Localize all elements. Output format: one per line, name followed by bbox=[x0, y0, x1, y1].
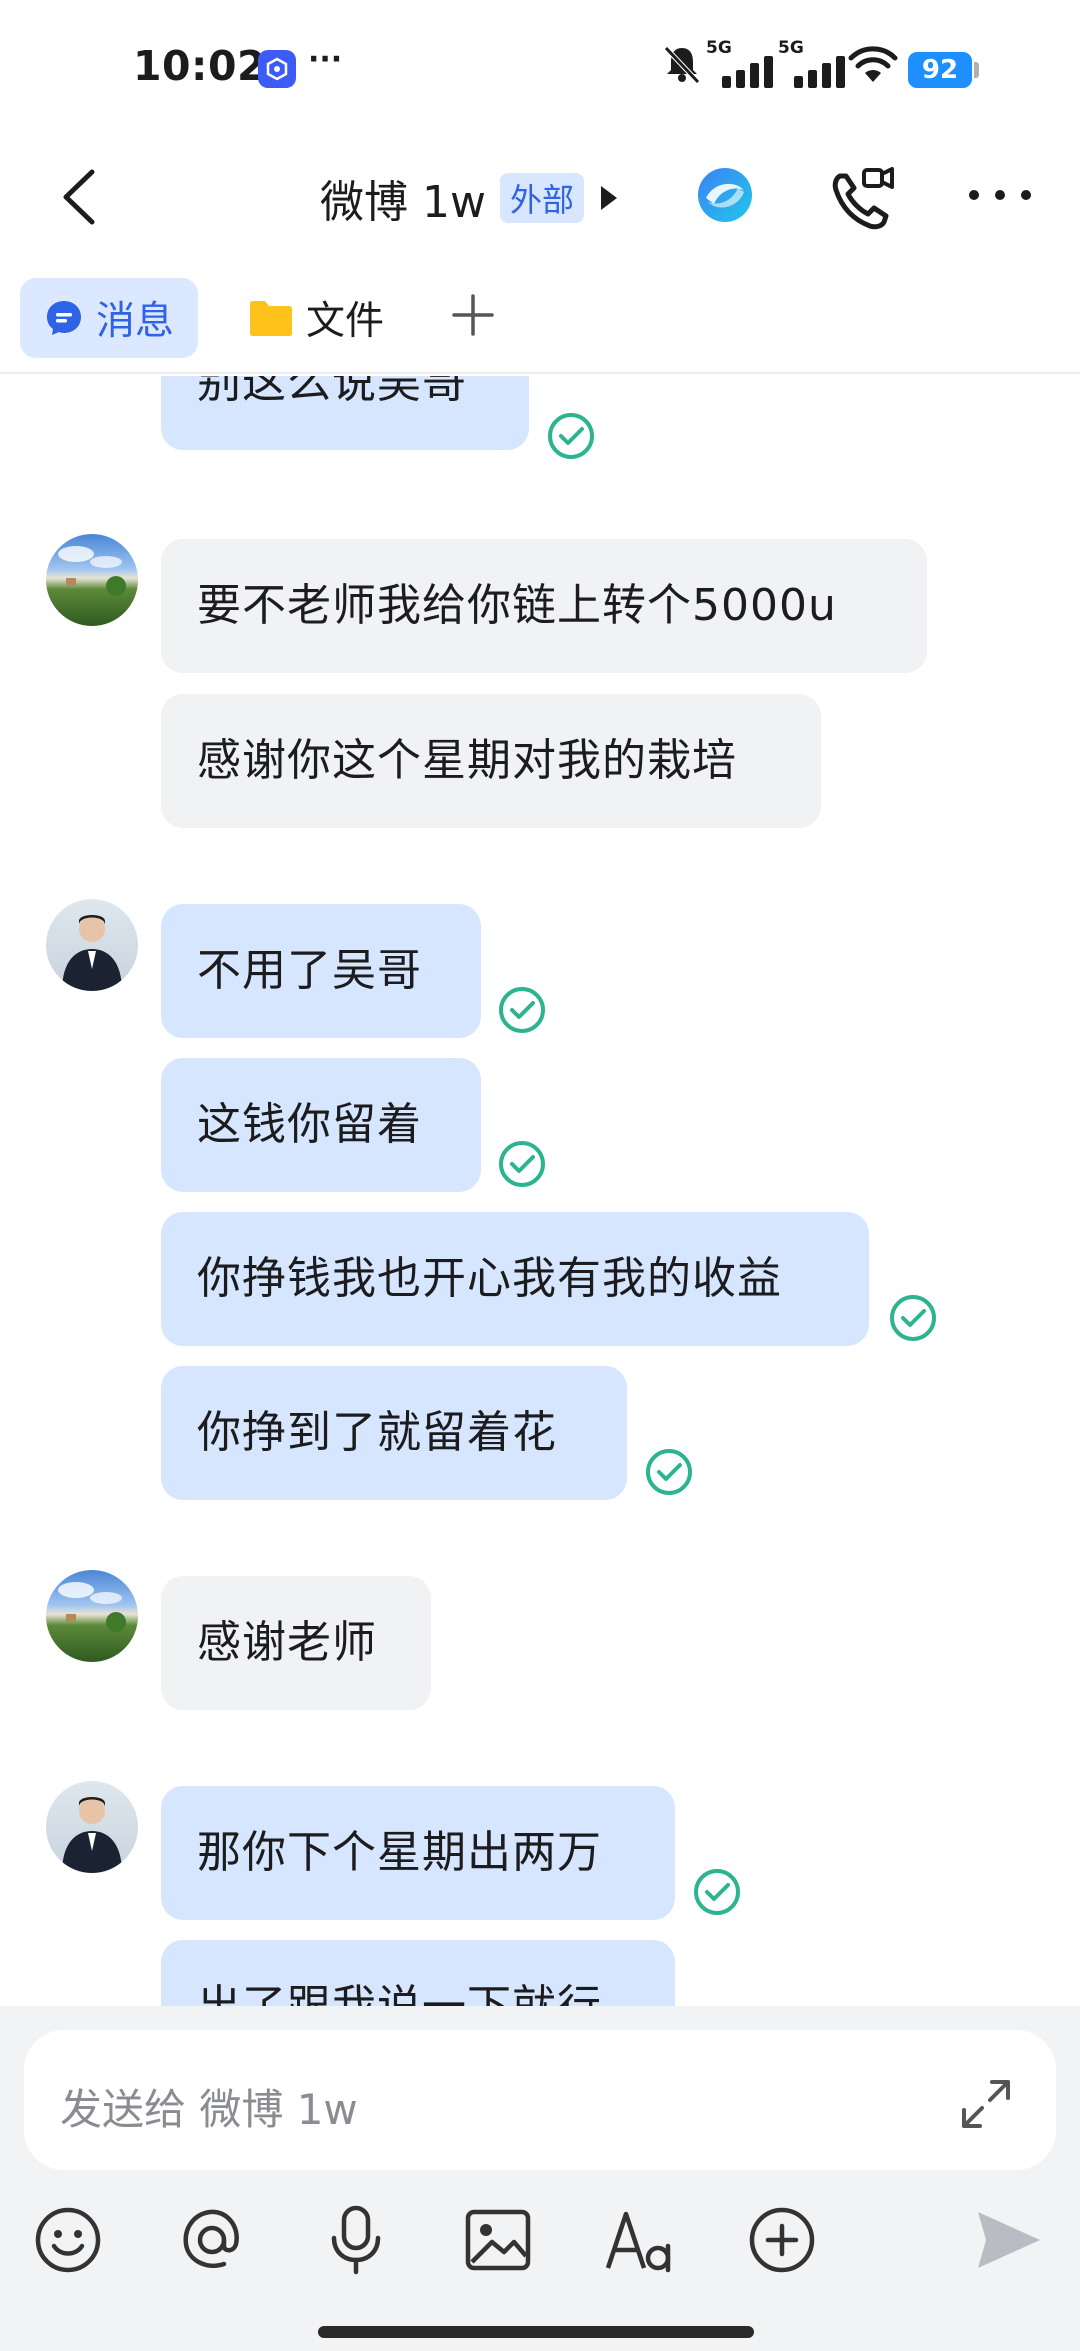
message-bubble-received[interactable]: 感谢老师 bbox=[161, 1576, 431, 1710]
chat-header: 微博 1w 外部 bbox=[0, 140, 1080, 260]
plus-circle-icon[interactable] bbox=[744, 2202, 820, 2278]
read-check-icon bbox=[694, 1869, 740, 1915]
text-format-icon[interactable] bbox=[602, 2202, 678, 2278]
image-icon[interactable] bbox=[460, 2202, 536, 2278]
tab-messages-label: 消息 bbox=[96, 299, 175, 344]
my-avatar[interactable] bbox=[46, 1781, 138, 1873]
message-bubble-received[interactable]: 要不老师我给你链上转个5000u bbox=[161, 539, 927, 673]
message-bubble-sent[interactable]: 不用了吴哥 bbox=[161, 904, 481, 1038]
tab-files[interactable]: 文件 bbox=[224, 278, 408, 358]
back-arrow-icon[interactable] bbox=[50, 162, 120, 232]
status-bar: 10:02 ··· 5G 5G 92 bbox=[0, 0, 1080, 140]
emoji-icon[interactable] bbox=[30, 2202, 106, 2278]
read-check-icon bbox=[548, 413, 594, 459]
call-video-icon[interactable] bbox=[826, 164, 896, 234]
message-bubble-icon bbox=[47, 301, 81, 335]
read-check-icon bbox=[499, 1141, 545, 1187]
contact-avatar[interactable] bbox=[46, 1570, 138, 1662]
ai-assistant-icon[interactable] bbox=[694, 164, 756, 226]
message-input[interactable]: 发送给 微博 1w bbox=[24, 2030, 1056, 2170]
tab-messages[interactable]: 消息 bbox=[20, 278, 199, 358]
message-bubble-sent[interactable]: 出了跟我说一下就行 bbox=[161, 1940, 675, 2006]
read-check-icon bbox=[890, 1295, 936, 1341]
battery-cap bbox=[974, 62, 979, 78]
mention-icon[interactable] bbox=[174, 2202, 250, 2278]
expand-icon[interactable] bbox=[958, 2076, 1014, 2132]
send-icon[interactable] bbox=[970, 2202, 1046, 2278]
mute-bell-icon bbox=[664, 46, 700, 84]
wifi-icon bbox=[848, 46, 898, 82]
external-badge: 外部 bbox=[499, 173, 584, 223]
message-bubble-received[interactable]: 感谢你这个星期对我的栽培 bbox=[161, 694, 821, 828]
message-bubble-sent[interactable]: 这钱你留着 bbox=[161, 1058, 481, 1192]
app-notification-icon bbox=[258, 50, 296, 88]
composer-toolbar bbox=[0, 2202, 1080, 2292]
composer: 发送给 微博 1w bbox=[0, 2006, 1080, 2351]
more-menu-icon[interactable] bbox=[966, 180, 1036, 210]
message-list[interactable]: 别这么说吴哥 要不老师我给你链上转个5000u 感谢你这个星期对我的栽培 不用了… bbox=[0, 376, 1080, 2006]
chat-tabs: 消息 文件 bbox=[0, 268, 1080, 374]
message-bubble-sent[interactable]: 你挣到了就留着花 bbox=[161, 1366, 627, 1500]
status-time: 10:02 bbox=[133, 42, 267, 90]
read-check-icon bbox=[646, 1449, 692, 1495]
add-tab-icon[interactable] bbox=[448, 290, 498, 340]
chat-screen: 10:02 ··· 5G 5G 92 微博 1w 外部 消息 文件 别这么说吴哥… bbox=[0, 0, 1080, 2351]
caret-right-icon bbox=[600, 186, 617, 210]
message-input-placeholder: 发送给 微博 1w bbox=[60, 2085, 358, 2134]
message-bubble-sent[interactable]: 那你下个星期出两万 bbox=[161, 1786, 675, 1920]
battery-indicator: 92 bbox=[908, 52, 972, 88]
message-bubble-sent[interactable]: 别这么说吴哥 bbox=[161, 376, 529, 450]
my-avatar[interactable] bbox=[46, 899, 138, 991]
chat-title-group[interactable]: 微博 1w 外部 bbox=[320, 168, 620, 228]
tab-files-label: 文件 bbox=[306, 299, 385, 344]
home-indicator bbox=[318, 2326, 754, 2338]
microphone-icon[interactable] bbox=[318, 2202, 394, 2278]
folder-icon bbox=[250, 301, 292, 336]
contact-avatar[interactable] bbox=[46, 534, 138, 626]
message-bubble-sent[interactable]: 你挣钱我也开心我有我的收益 bbox=[161, 1212, 869, 1346]
status-more-indicator: ··· bbox=[308, 42, 343, 77]
chat-title: 微博 1w bbox=[320, 177, 486, 228]
read-check-icon bbox=[499, 987, 545, 1033]
